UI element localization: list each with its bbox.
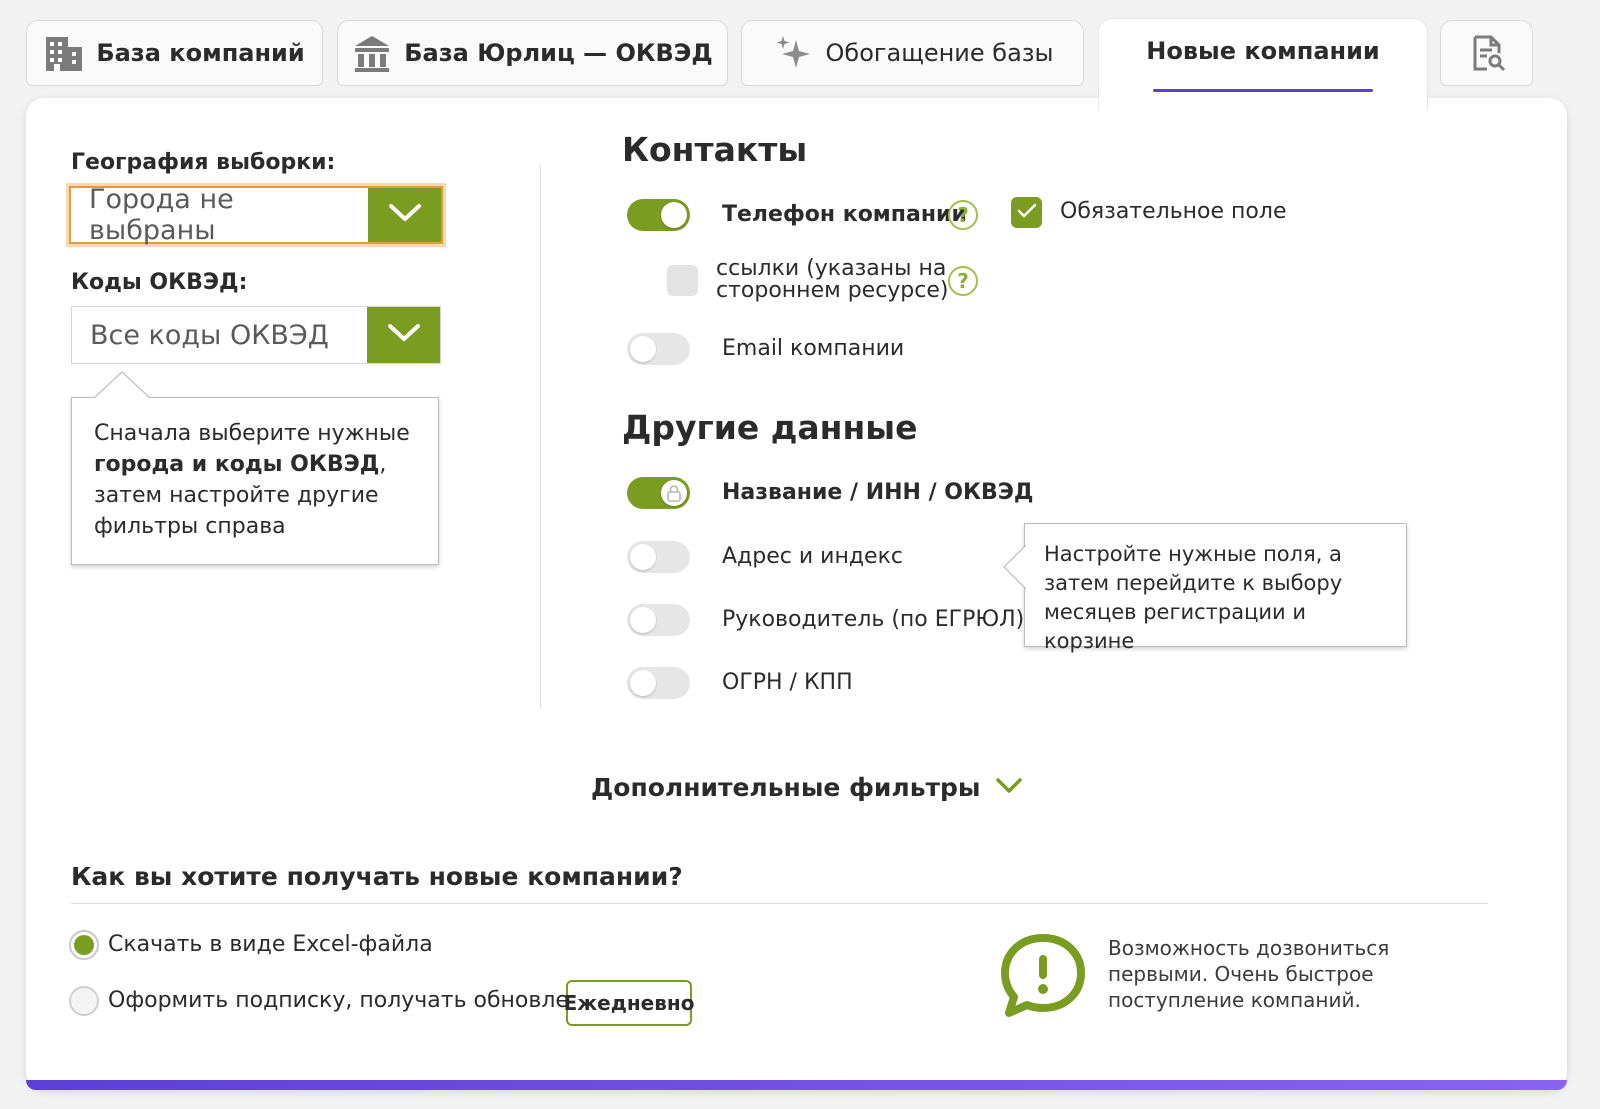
subscribe-option-label: Оформить подписку, получать обновления (108, 988, 611, 1013)
toggle-knob (661, 202, 687, 228)
required-field-label: Обязательное поле (1060, 199, 1287, 224)
tab-label: Новые компании (1146, 37, 1380, 65)
hint-text-1: Сначала выберите нужные (94, 421, 410, 446)
toggle-knob (630, 670, 656, 696)
geography-dropdown-button[interactable] (368, 188, 441, 242)
section-divider (71, 903, 1488, 904)
links-label-line-1: ссылки (указаны на (716, 256, 947, 281)
active-tab-underline (1153, 89, 1373, 92)
frequency-button[interactable]: Ежедневно (564, 980, 694, 1026)
panel-bottom-bar (26, 1080, 1567, 1090)
lock-icon (666, 484, 682, 506)
toggle-knob (661, 480, 687, 506)
other-data-heading: Другие данные (622, 408, 918, 447)
excel-option-label: Скачать в виде Excel-файла (108, 932, 433, 957)
help-icon[interactable]: ? (948, 266, 978, 296)
address-toggle[interactable] (627, 541, 690, 573)
ogrn-toggle[interactable] (627, 667, 690, 699)
chevron-down-icon (387, 323, 421, 347)
tab-companies-base[interactable]: База компаний (26, 20, 323, 86)
email-toggle[interactable] (627, 333, 690, 365)
sparkles-icon (772, 32, 814, 74)
alert-chat-icon (1000, 933, 1086, 1021)
building-icon (44, 33, 84, 73)
head-toggle[interactable] (627, 604, 690, 636)
right-hint-text: Настройте нужные поля, а затем перейдите… (1044, 542, 1343, 653)
tab-label: Обогащение базы (825, 39, 1054, 67)
hint-text-bold: города и коды ОКВЭД (94, 452, 380, 477)
address-label: Адрес и индекс (722, 544, 903, 569)
okved-select-value: Все коды ОКВЭД (90, 319, 329, 351)
delivery-note: Возможность дозвониться первыми. Очень б… (1108, 936, 1390, 1012)
toggle-knob (630, 336, 656, 362)
radio-subscribe[interactable] (69, 986, 99, 1016)
tab-label: База компаний (96, 39, 305, 67)
chevron-down-icon (388, 203, 422, 227)
geography-select-value: Города не выбраны (89, 184, 234, 246)
checkmark-icon (1017, 203, 1037, 223)
tooltip-arrow (1003, 545, 1026, 589)
toggle-knob (630, 544, 656, 570)
delivery-heading: Как вы хотите получать новые компании? (71, 862, 683, 891)
extra-filters-label: Дополнительные фильтры (591, 773, 981, 802)
left-hint-tooltip: Сначала выберите нужные города и коды ОК… (71, 371, 439, 565)
tooltip-arrow (94, 371, 150, 399)
contacts-heading: Контакты (622, 130, 808, 169)
ogrn-label: ОГРН / КПП (722, 670, 853, 695)
document-search-icon (1467, 33, 1507, 73)
help-icon[interactable]: ? (948, 200, 978, 230)
chevron-down-icon (995, 777, 1023, 799)
right-hint-tooltip: Настройте нужные поля, а затем перейдите… (1003, 523, 1407, 653)
phone-toggle[interactable] (627, 199, 690, 231)
okved-label: Коды ОКВЭД: (71, 270, 248, 295)
bank-icon (352, 33, 392, 73)
tab-label: База Юрлиц — ОКВЭД (404, 39, 713, 67)
links-label-line-2: стороннем ресурсе) (716, 278, 949, 303)
head-label: Руководитель (по ЕГРЮЛ) (722, 607, 1025, 632)
okved-dropdown-button[interactable] (367, 307, 440, 363)
name-inn-toggle (627, 477, 690, 509)
links-checkbox[interactable] (667, 265, 698, 296)
email-label: Email компании (722, 336, 905, 361)
required-field-checkbox[interactable] (1011, 197, 1042, 228)
radio-excel[interactable] (69, 930, 99, 960)
toggle-knob (630, 607, 656, 633)
extra-filters-toggle[interactable]: Дополнительные фильтры (591, 773, 1023, 802)
tab-enrichment[interactable]: Обогащение базы (741, 20, 1084, 86)
geography-label: География выборки: (71, 150, 336, 175)
links-label: ссылки (указаны на стороннем ресурсе) (716, 258, 948, 302)
geography-select[interactable]: Города не выбраны (69, 184, 443, 246)
vertical-divider (540, 165, 541, 708)
tab-legal-entities-okved[interactable]: База Юрлиц — ОКВЭД (337, 20, 728, 86)
tab-new-companies[interactable]: Новые компании (1098, 18, 1428, 110)
phone-label: Телефон компании (722, 202, 967, 227)
okved-select[interactable]: Все коды ОКВЭД (71, 306, 441, 364)
tab-document-search[interactable] (1440, 20, 1533, 86)
name-inn-label: Название / ИНН / ОКВЭД (722, 480, 1034, 505)
